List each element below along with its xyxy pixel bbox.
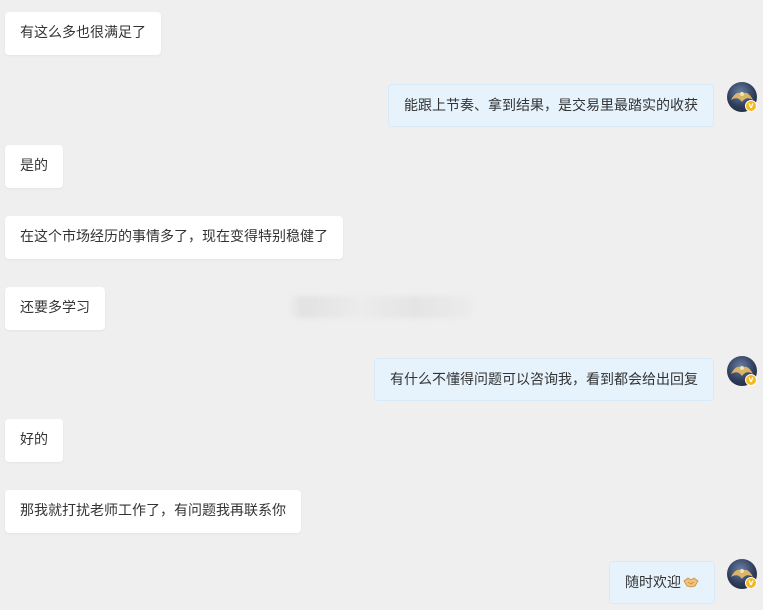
message-text: 还要多学习	[20, 300, 90, 316]
message-text: 能跟上节奏、拿到结果，是交易里最踏实的收获	[404, 98, 698, 114]
chat-conversation: 有这么多也很满足了 能跟上节奏、拿到结果，是交易里最踏实的收获 v 是的 在这个…	[0, 0, 763, 610]
verified-badge-icon: v	[745, 100, 757, 112]
message-text: 那我就打扰老师工作了，有问题我再联系你	[20, 503, 286, 519]
redacted-blur	[288, 296, 472, 318]
verified-badge-icon: v	[745, 577, 757, 589]
incoming-message-bubble[interactable]: 还要多学习	[5, 287, 105, 330]
message-text: 有什么不懂得问题可以咨询我，看到都会给出回复	[390, 372, 698, 388]
outgoing-message-bubble[interactable]: 随时欢迎	[609, 561, 715, 604]
message-text: 随时欢迎	[625, 575, 681, 591]
verified-badge-icon: v	[745, 374, 757, 386]
incoming-message-bubble[interactable]: 在这个市场经历的事情多了，现在变得特别稳健了	[5, 216, 343, 259]
incoming-message-bubble[interactable]: 好的	[5, 419, 63, 462]
handshake-emoji-icon	[683, 564, 699, 607]
message-text: 有这么多也很满足了	[20, 25, 146, 41]
outgoing-message-bubble[interactable]: 能跟上节奏、拿到结果，是交易里最踏实的收获	[388, 84, 714, 127]
incoming-message-bubble[interactable]: 是的	[5, 145, 63, 188]
incoming-message-bubble[interactable]: 那我就打扰老师工作了，有问题我再联系你	[5, 490, 301, 533]
outgoing-message-bubble[interactable]: 有什么不懂得问题可以咨询我，看到都会给出回复	[374, 358, 714, 401]
message-text: 在这个市场经历的事情多了，现在变得特别稳健了	[20, 229, 328, 245]
message-text: 是的	[20, 158, 48, 174]
message-text: 好的	[20, 432, 48, 448]
incoming-message-bubble[interactable]: 有这么多也很满足了	[5, 12, 161, 55]
